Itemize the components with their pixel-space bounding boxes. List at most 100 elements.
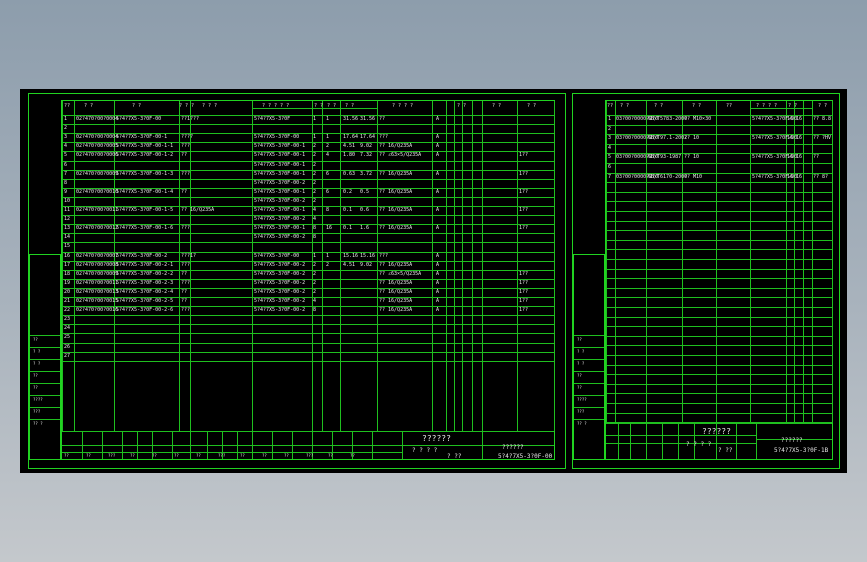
cell-n: 20 [64,288,71,295]
cell-r: ?? 8? [813,173,829,180]
cell-sub: 5?4?7X5-3?0F-00-2 [254,216,306,223]
cell-w: 17.64 [343,134,359,141]
cell-name: 5?4?7X5-3?0F-00-1-3 [116,170,174,177]
cell-b: 2 [326,143,330,150]
cell-a: 2 [313,179,317,186]
cell-n: 5 [64,152,68,159]
grid-line [606,403,832,404]
table-header-10: ? ? [457,103,467,109]
cell-std: GB/T97.1-2002 [648,135,688,142]
sign-label: ?? [86,453,91,458]
grid-line [30,371,60,372]
grid-line [82,431,83,459]
title-block-sub: ? ? ? ? [686,441,712,448]
cell-n: 23 [64,316,71,323]
cell-name: 5?4?7X5-3?0F-00-1 [116,134,168,141]
grid-line [606,374,832,376]
table-row: 24 [62,324,554,333]
cell-a: 4 [313,298,317,304]
grid-line [618,423,619,459]
cell-sub: 5?4?7X5-3?0F-00-2 [254,307,306,314]
table-header-3: ? ? [692,103,702,109]
grid-line [292,431,293,459]
table-header-4: ? ? ? [202,103,218,109]
cell-a: 1 [313,134,317,141]
grid-line [554,101,555,431]
table-row: 14 5?4?7X5-3?0F-00-2 8 [62,233,554,242]
cell-w: 0.1 [343,207,353,213]
cell-code: 02?470?00?0015 [76,298,119,304]
table-header-6: ? ? [788,103,798,109]
cell-tw: 1.6 [360,225,370,232]
cell-code: 02?470?00?0008 [76,261,119,268]
cell-w: 4.51 [343,143,356,150]
grid-line [30,335,60,336]
cell-name: 5?4?7X5-3?0F-00-1-5 [116,207,174,213]
grid-line [30,395,60,396]
table-header-1: ? ? [84,103,94,109]
cell-remark: 1?? [519,270,529,277]
cell-name: 5?4?7X5-3?0F-00-2-6 [116,307,174,314]
cell-n: 21 [64,298,71,304]
grid-line [606,259,832,260]
table-row: 27 [62,352,554,361]
side-strip: ?? ? ? ? ???????????? ?? ? [573,254,605,460]
table-header-11: ? ? [492,103,502,109]
side-label: ?? [33,337,38,342]
cell-z: A [436,116,440,122]
grid-line [606,316,832,318]
cell-n: 14 [64,234,71,241]
cell-mat: ?? 16/Q235A [379,207,413,213]
cell-mat: ?? 16/Q235A [379,261,413,268]
cell-b: 16 [796,154,803,161]
cell-tw: 17.64 [360,134,376,141]
cell-code: 02?470?00?0009 [76,170,119,177]
grid-line [606,435,756,436]
cell-n: 12 [64,216,71,223]
table-header-0: ?? [64,103,71,109]
sign-label: ?? [284,453,289,458]
cell-sub: 5?4?7X5-3?0F [254,116,291,122]
grid-line [606,230,832,232]
grid-line [606,364,832,366]
cell-name: 5?4?7X5-3?0F-00-1-6 [116,225,174,232]
grid-line [606,249,832,251]
table-header-2: ? ? [654,103,664,109]
side-label: ?? [577,385,582,390]
fastener-table-frame: ?? ? ? ? ? ? ??? ? ? ? ? ? ? ? ? 1 03?00?0000?0?… [605,100,833,460]
cell-code: 02?470?00?0011 [76,207,119,213]
side-label: ???? [33,397,43,402]
cell-a: 2 [313,261,317,268]
cell-remark: 1?? [519,225,529,232]
sign-label: ?? [262,453,267,458]
cell-z: A [436,207,440,213]
grid-line [372,431,373,459]
grid-line [30,419,60,420]
cell-mat: ?? 16/Q235A [379,298,413,304]
grid-line [606,278,832,280]
cell-qty: ???1? [181,252,197,259]
grid-line [606,345,832,347]
table-header-8: ? ? [345,103,355,109]
cell-a: 2 [313,279,317,286]
grid-line [402,445,554,446]
cell-n: 4 [64,143,68,150]
table-row: 8 5?4?7X5-3?0F-00-2 2 [62,179,554,188]
cell-sub: 5?4?7X5-3?0F-00-2 [254,279,306,286]
cell-n: 11 [64,207,71,213]
cell-b: 16 [796,135,803,142]
cell-z: A [436,152,440,159]
grid-line [207,431,208,459]
table-row: 3 02?470?00?0004 5?4?7X5-3?0F-00-1???? 5?4?… [62,133,554,142]
side-label: ? ? [577,349,585,354]
cell-b: 16 [796,173,803,180]
cell-mat: ?? 16/Q235A [379,225,413,232]
cell-qty: ??? [181,261,191,268]
cell-b: 8 [326,207,330,213]
cad-viewport[interactable]: ??? ?? ?? ? ?? ? ?? ? ? ? ?? ?? ?? ?? ? … [20,89,847,473]
cell-b: 16 [326,225,333,232]
table-row: 9 02?470?00?0010 5?4?7X5-3?0F-00-1-4?? 5?4?… [62,188,554,197]
grid-line [62,360,554,362]
cell-mat: ?? 16/Q235A [379,307,413,314]
main-parts-list-sheet: ??? ?? ?? ? ?? ? ?? ? ? ? ?? ?? ?? ?? ? … [28,93,566,469]
